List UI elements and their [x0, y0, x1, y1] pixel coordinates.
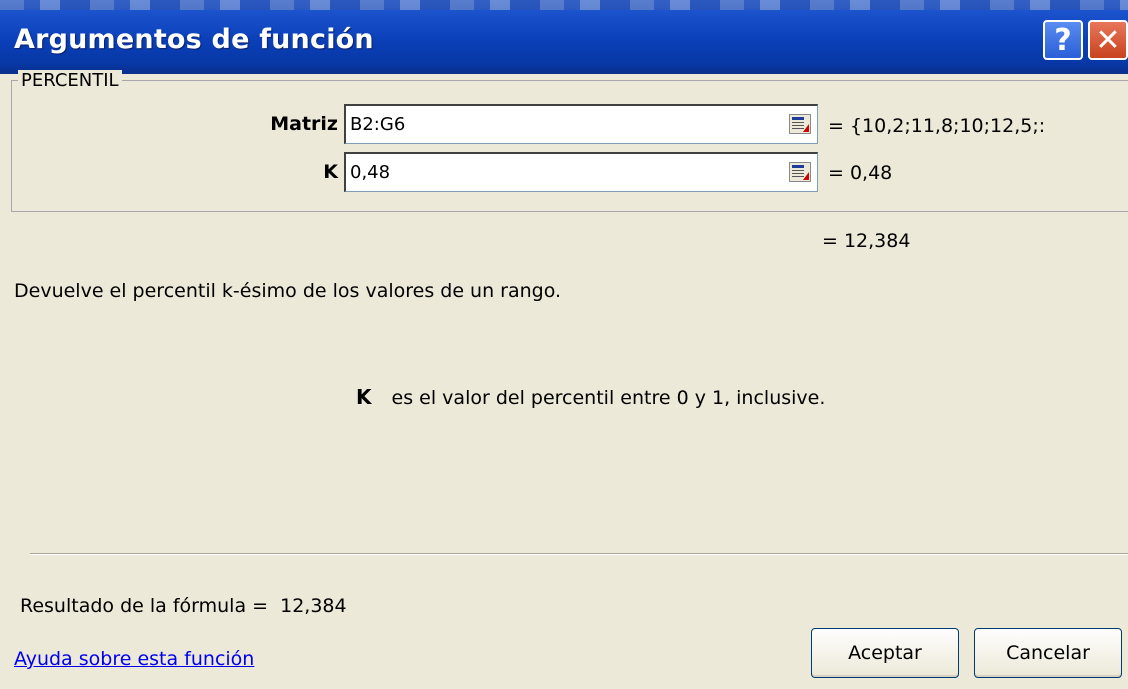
collapse-dialog-icon[interactable] — [789, 162, 811, 182]
argument-help-name: K — [356, 385, 372, 409]
result-preview: = 12,384 — [822, 230, 911, 252]
formula-result-label: Resultado de la fórmula = — [20, 595, 269, 617]
k-evaluated-value: = 0,48 — [828, 162, 893, 184]
k-input[interactable]: 0,48 — [344, 152, 818, 192]
title-bar[interactable]: Argumentos de función ? ✕ — [0, 0, 1128, 74]
function-description: Devuelve el percentil k-ésimo de los val… — [14, 280, 562, 302]
matriz-input-value: B2:G6 — [350, 114, 406, 135]
help-link[interactable]: Ayuda sobre esta función — [14, 648, 254, 670]
function-arguments-group — [11, 80, 1128, 212]
divider — [30, 553, 1128, 555]
cancel-button[interactable]: Cancelar — [974, 628, 1122, 678]
function-name-label: PERCENTIL — [18, 70, 122, 91]
matriz-input[interactable]: B2:G6 — [344, 104, 818, 144]
argument-help: K es el valor del percentil entre 0 y 1,… — [356, 385, 825, 409]
collapse-dialog-icon[interactable] — [789, 114, 811, 134]
k-input-value: 0,48 — [350, 162, 391, 183]
formula-result: Resultado de la fórmula = 12,384 — [20, 595, 347, 617]
close-button[interactable]: ✕ — [1088, 20, 1128, 60]
dialog-title: Argumentos de función — [14, 24, 374, 55]
title-bar-background-strip — [0, 0, 1128, 10]
k-label: K — [323, 161, 338, 183]
help-button[interactable]: ? — [1043, 20, 1083, 60]
ok-button[interactable]: Aceptar — [811, 628, 959, 678]
argument-help-text: es el valor del percentil entre 0 y 1, i… — [391, 387, 826, 409]
matriz-evaluated-value: = {10,2;11,8;10;12,5;: — [828, 115, 1046, 137]
matriz-label: Matriz — [270, 113, 338, 135]
formula-result-value: 12,384 — [280, 595, 347, 617]
